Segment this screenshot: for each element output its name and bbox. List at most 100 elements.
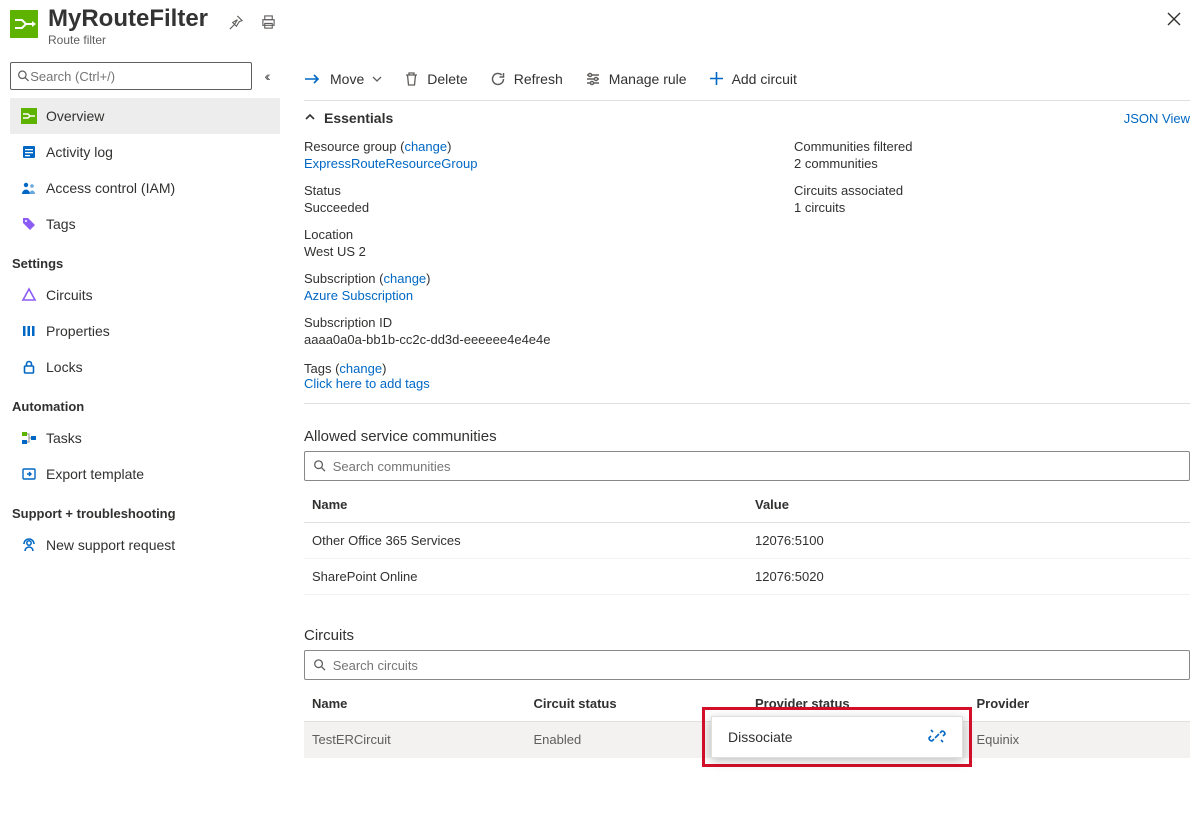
- menu-item-label: Dissociate: [728, 729, 793, 745]
- sidebar-item-tags[interactable]: Tags: [10, 206, 280, 242]
- field-subscription: Subscription (change) Azure Subscription: [304, 271, 774, 303]
- tool-label: Refresh: [514, 71, 563, 87]
- circuits-section: Circuits Name Circuit status Provider st…: [304, 595, 1190, 758]
- sidebar-collapse-button[interactable]: [252, 68, 280, 84]
- sidebar-item-access-control[interactable]: Access control (IAM): [10, 170, 280, 206]
- pin-icon[interactable]: [228, 15, 243, 33]
- sidebar-item-tasks[interactable]: Tasks: [10, 420, 280, 456]
- essentials-grid: Resource group (change) ExpressRouteReso…: [304, 139, 1190, 347]
- page-title: MyRouteFilter: [48, 5, 208, 33]
- plus-icon: [709, 71, 724, 86]
- change-resource-group-link[interactable]: change: [404, 139, 447, 154]
- circuits-title: Circuits: [304, 627, 1190, 644]
- search-icon: [313, 658, 327, 672]
- sidebar-item-label: Activity log: [46, 144, 113, 160]
- sidebar-group-settings: Settings: [10, 242, 280, 277]
- subscription-link[interactable]: Azure Subscription: [304, 288, 413, 303]
- tool-label: Add circuit: [732, 71, 797, 87]
- sidebar-item-label: Overview: [46, 108, 104, 124]
- col-name[interactable]: Name: [304, 487, 747, 523]
- nav-main: Overview Activity log Access control (IA…: [10, 98, 280, 563]
- resource-group-link[interactable]: ExpressRouteResourceGroup: [304, 156, 477, 171]
- sidebar-item-export-template[interactable]: Export template: [10, 456, 280, 492]
- sidebar-item-overview[interactable]: Overview: [10, 98, 280, 134]
- close-icon[interactable]: [1166, 11, 1182, 30]
- communities-search[interactable]: [304, 451, 1190, 481]
- communities-search-input[interactable]: [333, 459, 1181, 474]
- communities-title: Allowed service communities: [304, 428, 1190, 445]
- sidebar-group-automation: Automation: [10, 385, 280, 420]
- field-tags: Tags (change) Click here to add tags: [304, 361, 1190, 391]
- change-tags-link[interactable]: change: [339, 361, 382, 376]
- sidebar-item-activity-log[interactable]: Activity log: [10, 134, 280, 170]
- sidebar-item-label: Circuits: [46, 287, 93, 303]
- main-content: Move Delete Refresh Manage rule Add circ…: [280, 57, 1200, 810]
- table-row[interactable]: Other Office 365 Services 12076:5100: [304, 523, 1190, 559]
- lock-icon: [18, 359, 40, 375]
- support-icon: [18, 537, 40, 553]
- dissociate-menu-item[interactable]: Dissociate: [712, 717, 962, 757]
- dissociate-icon: [928, 727, 946, 748]
- sidebar-search-input[interactable]: [30, 69, 245, 84]
- people-icon: [18, 180, 40, 196]
- print-icon[interactable]: [261, 15, 276, 33]
- sidebar: Overview Activity log Access control (IA…: [0, 57, 280, 810]
- sidebar-search[interactable]: [10, 62, 252, 90]
- change-subscription-link[interactable]: change: [384, 271, 427, 286]
- json-view-link[interactable]: JSON View: [1124, 111, 1190, 126]
- sidebar-item-label: Export template: [46, 466, 144, 482]
- add-circuit-button[interactable]: Add circuit: [709, 71, 797, 87]
- tag-icon: [18, 216, 40, 232]
- refresh-button[interactable]: Refresh: [490, 71, 563, 87]
- log-icon: [18, 144, 40, 160]
- highlight-box: Dissociate: [702, 707, 972, 767]
- sidebar-item-label: Access control (IAM): [46, 180, 175, 196]
- search-icon: [313, 459, 327, 473]
- move-button[interactable]: Move: [304, 71, 382, 87]
- sidebar-item-label: Locks: [46, 359, 83, 375]
- circuits-search-input[interactable]: [333, 658, 1181, 673]
- circuits-search[interactable]: [304, 650, 1190, 680]
- triangle-icon: [18, 287, 40, 303]
- sidebar-item-label: Properties: [46, 323, 110, 339]
- add-tags-link[interactable]: Click here to add tags: [304, 376, 430, 391]
- properties-icon: [18, 323, 40, 339]
- communities-table: Name Value Other Office 365 Services 120…: [304, 487, 1190, 595]
- table-row[interactable]: SharePoint Online 12076:5020: [304, 559, 1190, 595]
- route-filter-icon: [10, 10, 38, 38]
- delete-button[interactable]: Delete: [404, 71, 467, 87]
- chevron-up-icon: [304, 110, 316, 126]
- col-name[interactable]: Name: [304, 686, 526, 722]
- search-icon: [17, 69, 30, 83]
- command-bar: Move Delete Refresh Manage rule Add circ…: [304, 57, 1190, 101]
- manage-rule-button[interactable]: Manage rule: [585, 71, 687, 87]
- tool-label: Manage rule: [609, 71, 687, 87]
- chevron-down-icon: [372, 74, 382, 84]
- essentials-label: Essentials: [324, 110, 393, 126]
- tasks-icon: [18, 430, 40, 446]
- page-subtitle: Route filter: [48, 33, 208, 47]
- sidebar-item-new-support-request[interactable]: New support request: [10, 527, 280, 563]
- export-icon: [18, 466, 40, 482]
- tool-label: Delete: [427, 71, 467, 87]
- col-provider[interactable]: Provider: [969, 686, 1191, 722]
- field-status: Status Succeeded: [304, 183, 774, 215]
- sidebar-item-properties[interactable]: Properties: [10, 313, 280, 349]
- essentials-toggle[interactable]: Essentials: [304, 110, 393, 126]
- page-header: MyRouteFilter Route filter: [0, 0, 1200, 57]
- trash-icon: [404, 71, 419, 87]
- sidebar-item-label: New support request: [46, 537, 175, 553]
- col-value[interactable]: Value: [747, 487, 1190, 523]
- communities-section: Allowed service communities Name Value O…: [304, 404, 1190, 595]
- field-resource-group: Resource group (change) ExpressRouteReso…: [304, 139, 774, 171]
- sliders-icon: [585, 71, 601, 87]
- sidebar-item-label: Tasks: [46, 430, 82, 446]
- arrow-right-icon: [304, 72, 322, 86]
- refresh-icon: [490, 71, 506, 87]
- field-location: Location West US 2: [304, 227, 774, 259]
- sidebar-item-locks[interactable]: Locks: [10, 349, 280, 385]
- sidebar-group-support: Support + troubleshooting: [10, 492, 280, 527]
- tool-label: Move: [330, 71, 364, 87]
- sidebar-item-circuits[interactable]: Circuits: [10, 277, 280, 313]
- sidebar-item-label: Tags: [46, 216, 76, 232]
